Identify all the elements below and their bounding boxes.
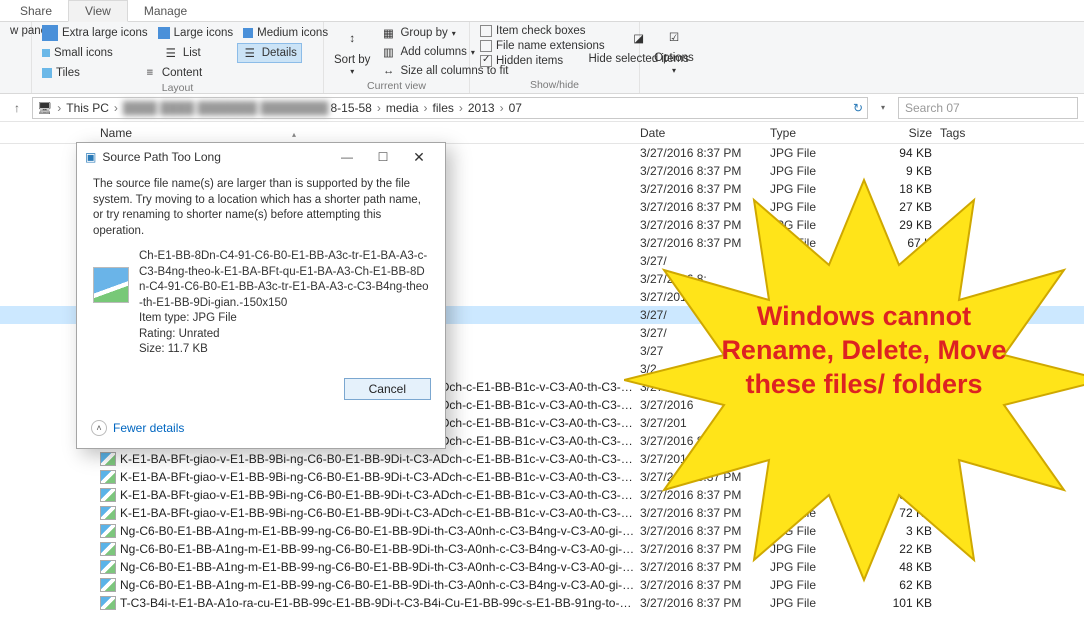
file-extensions-toggle[interactable]: File name extensions	[476, 39, 609, 53]
fewer-details-toggle[interactable]: ˄ Fewer details	[77, 414, 445, 448]
col-size[interactable]: Size	[870, 126, 940, 140]
medium-icons-option[interactable]: Medium icons	[239, 26, 332, 40]
fit-icon: ↔	[380, 63, 396, 79]
dialog-icon: ▣	[85, 150, 96, 164]
current-view-group-label: Current view	[330, 80, 463, 94]
cancel-button[interactable]: Cancel	[344, 378, 431, 400]
file-name: T-C3-B4i-t-E1-BA-A1o-ra-cu-E1-BB-99c-E1-…	[120, 596, 640, 610]
item-checkboxes-toggle[interactable]: Item check boxes	[476, 24, 609, 38]
crumb-files[interactable]: files	[433, 101, 454, 115]
sort-icon: ↕	[338, 28, 366, 52]
jpg-file-icon	[100, 596, 116, 610]
small-icons-option[interactable]: Small icons	[38, 46, 117, 60]
file-type: JPG File	[770, 596, 870, 610]
refresh-icon[interactable]: ↻	[853, 101, 863, 115]
content-option[interactable]: ≡Content	[138, 64, 206, 82]
navigation-pane-button[interactable]: w pane	[6, 24, 25, 38]
tab-manage[interactable]: Manage	[128, 1, 203, 21]
col-name[interactable]: Name▴	[100, 126, 640, 140]
search-box[interactable]: Search 07	[898, 97, 1078, 119]
jpg-file-icon	[100, 452, 116, 466]
jpg-file-icon	[100, 524, 116, 538]
list-icon: ☰	[163, 45, 179, 61]
list-option[interactable]: ☰List	[159, 44, 205, 62]
group-icon: ▦	[380, 25, 396, 41]
jpg-file-icon	[100, 506, 116, 520]
maximize-button[interactable]: ☐	[365, 150, 401, 164]
options-icon: ☑	[660, 26, 688, 50]
tab-view[interactable]: View	[68, 0, 128, 22]
file-name: Ng-C6-B0-E1-BB-A1ng-m-E1-BB-99-ng-C6-B0-…	[120, 560, 640, 574]
file-size: 94 KB	[870, 146, 940, 160]
up-button[interactable]: ↑	[6, 97, 28, 119]
file-size: 101 KB	[870, 596, 940, 610]
pc-icon: 🖥	[37, 101, 52, 115]
dialog-rating: Rating: Unrated	[139, 327, 429, 343]
minimize-button[interactable]: —	[329, 150, 365, 164]
options-button[interactable]: ☑Options▾	[646, 24, 702, 76]
dialog-message: The source file name(s) are larger than …	[93, 177, 429, 239]
details-option[interactable]: ☰Details	[237, 43, 302, 63]
address-bar[interactable]: 🖥 › This PC › ████ ████ ███████ ████████…	[32, 97, 868, 119]
tiles-option[interactable]: Tiles	[38, 66, 84, 80]
columns-icon: ▥	[380, 44, 396, 60]
file-name: K-E1-BA-BFt-giao-v-E1-BB-9Bi-ng-C6-B0-E1…	[120, 452, 640, 466]
breadcrumb-bar: ↑ 🖥 › This PC › ████ ████ ███████ ██████…	[0, 94, 1084, 122]
close-button[interactable]: ✕	[401, 149, 437, 166]
blurred-path: ████ ████ ███████ ████████	[123, 101, 329, 115]
ribbon-tabs: Share View Manage	[0, 0, 1084, 22]
crumb-media[interactable]: media	[386, 101, 419, 115]
large-icons-option[interactable]: Large icons	[154, 26, 237, 40]
layout-group-label: Layout	[38, 82, 317, 96]
file-date: 3/27/2016 8:37 PM	[640, 146, 770, 160]
column-headers: Name▴ Date Type Size Tags	[0, 122, 1084, 144]
crumb-thispc[interactable]: This PC	[66, 101, 109, 115]
dialog-size: Size: 11.7 KB	[139, 342, 429, 358]
dialog-filename: Ch-E1-BB-8Dn-C4-91-C6-B0-E1-BB-A3c-tr-E1…	[139, 249, 429, 311]
file-thumbnail	[93, 267, 129, 303]
jpg-file-icon	[100, 560, 116, 574]
dialog-itemtype: Item type: JPG File	[139, 311, 429, 327]
show-hide-group-label: Show/hide	[476, 79, 633, 93]
crumb-year[interactable]: 2013	[468, 101, 495, 115]
extra-large-icons-option[interactable]: Extra large icons	[38, 24, 152, 42]
file-name: Ng-C6-B0-E1-BB-A1ng-m-E1-BB-99-ng-C6-B0-…	[120, 578, 640, 592]
ribbon: w pane Extra large icons Large icons Med…	[0, 22, 1084, 94]
file-name: Ng-C6-B0-E1-BB-A1ng-m-E1-BB-99-ng-C6-B0-…	[120, 542, 640, 556]
jpg-file-icon	[100, 578, 116, 592]
jpg-file-icon	[100, 470, 116, 484]
history-dropdown[interactable]: ▾	[872, 97, 894, 119]
file-name: K-E1-BA-BFt-giao-v-E1-BB-9Bi-ng-C6-B0-E1…	[120, 470, 640, 484]
sort-indicator-icon: ▴	[292, 130, 296, 139]
content-icon: ≡	[142, 65, 158, 81]
details-icon: ☰	[242, 45, 258, 61]
error-dialog: ▣ Source Path Too Long — ☐ ✕ The source …	[76, 142, 446, 449]
jpg-file-icon	[100, 542, 116, 556]
sort-by-button[interactable]: ↕Sort by▾	[330, 26, 374, 78]
file-date: 3/27/2016 8:37 PM	[640, 596, 770, 610]
dialog-title: Source Path Too Long	[102, 150, 221, 164]
file-name: K-E1-BA-BFt-giao-v-E1-BB-9Bi-ng-C6-B0-E1…	[120, 506, 640, 520]
jpg-file-icon	[100, 488, 116, 502]
col-tags[interactable]: Tags	[940, 126, 1084, 140]
file-type: JPG File	[770, 146, 870, 160]
tab-share[interactable]: Share	[4, 1, 68, 21]
col-type[interactable]: Type	[770, 126, 870, 140]
file-row[interactable]: T-C3-B4i-t-E1-BA-A1o-ra-cu-E1-BB-99c-E1-…	[0, 594, 1084, 612]
crumb-month[interactable]: 07	[509, 101, 522, 115]
file-name: K-E1-BA-BFt-giao-v-E1-BB-9Bi-ng-C6-B0-E1…	[120, 488, 640, 502]
annotation-text: Windows cannot Rename, Delete, Move thes…	[704, 300, 1024, 401]
crumb-mid[interactable]: 8-15-58	[330, 101, 371, 115]
col-date[interactable]: Date	[640, 126, 770, 140]
chevron-up-icon: ˄	[91, 420, 107, 436]
file-name: Ng-C6-B0-E1-BB-A1ng-m-E1-BB-99-ng-C6-B0-…	[120, 524, 640, 538]
